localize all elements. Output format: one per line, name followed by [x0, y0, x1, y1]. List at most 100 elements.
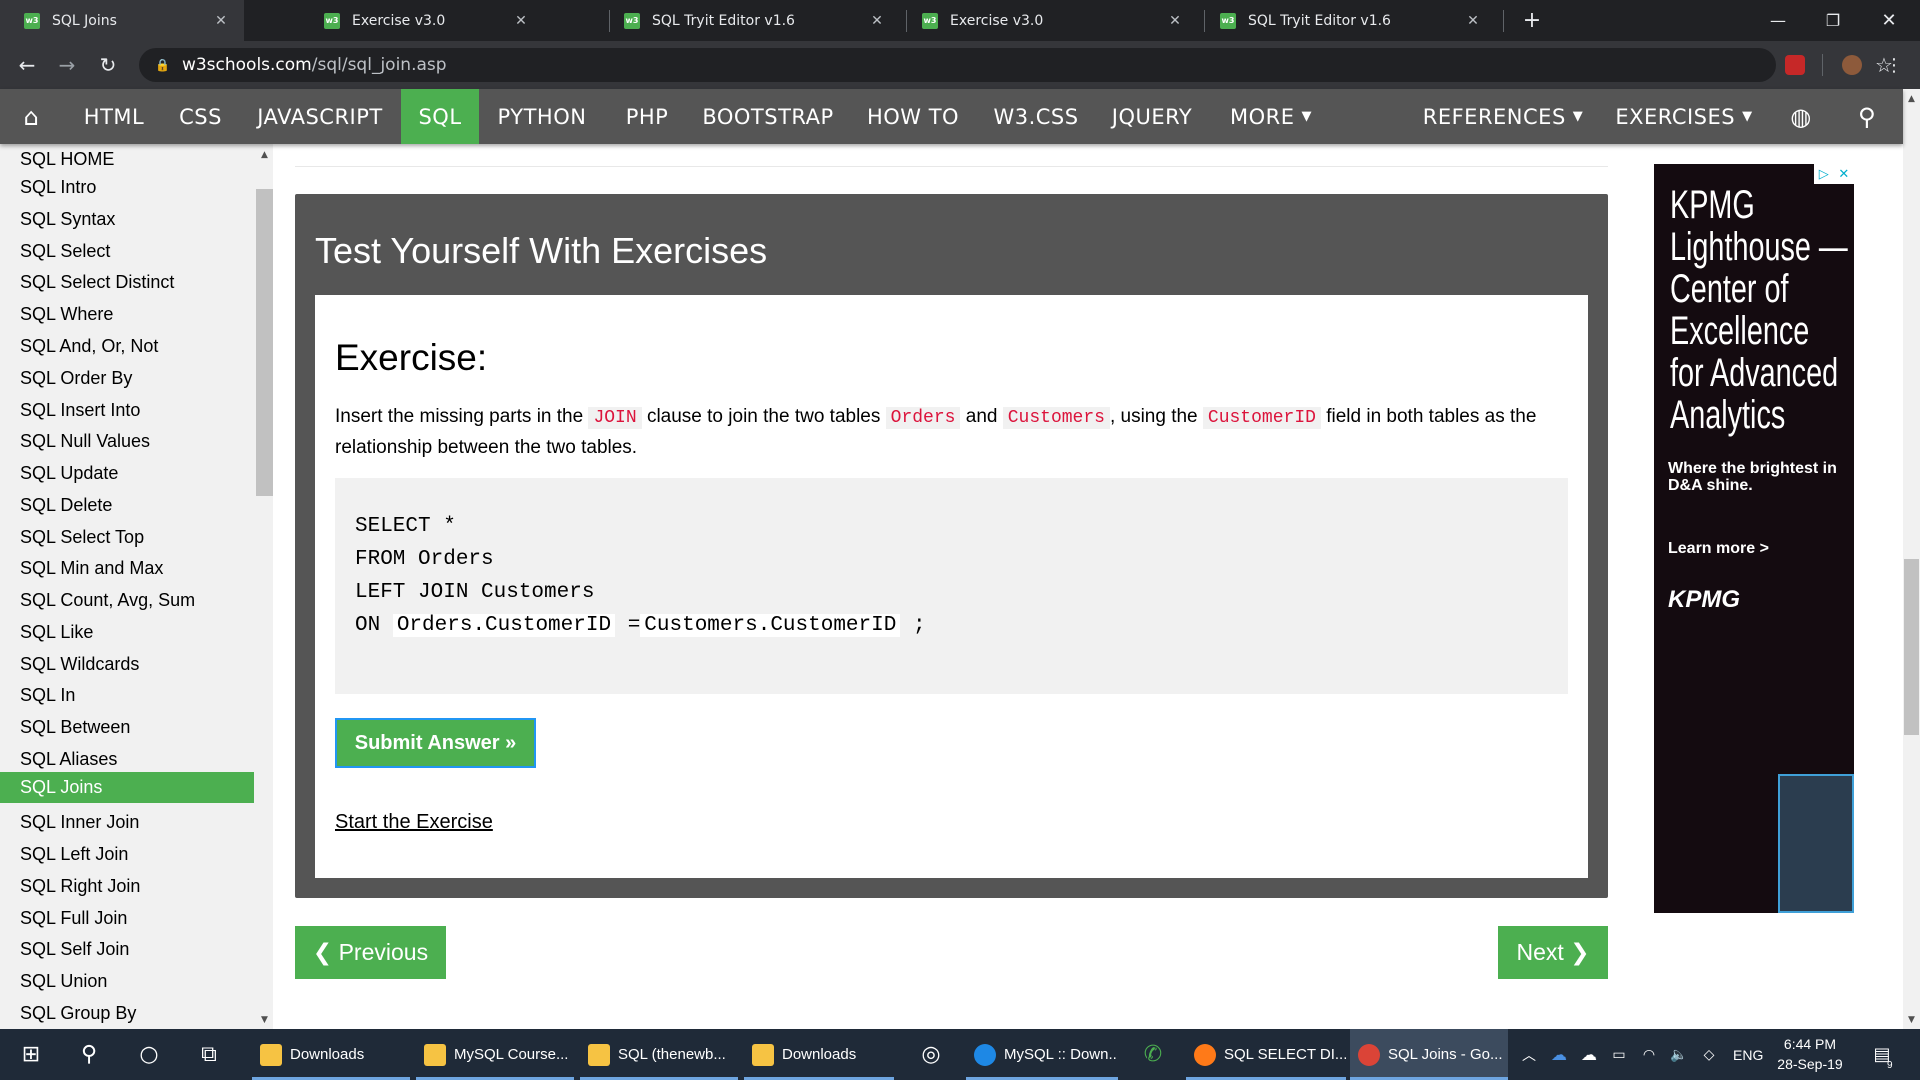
minimize-icon[interactable]: — [1755, 0, 1801, 41]
onedrive-icon[interactable]: ☁ [1544, 1029, 1574, 1080]
whatsapp-icon[interactable]: ✆ [1130, 1029, 1176, 1080]
nav-jquery[interactable]: JQUERY [1103, 89, 1201, 144]
browser-tab-tryit-editor[interactable]: w3 SQL Tryit Editor v1.6 ✕ [600, 0, 900, 41]
sidebar-item-sql-and-or-not[interactable]: SQL And, Or, Not [0, 331, 254, 362]
cortana-icon[interactable]: ○ [126, 1029, 172, 1080]
sidebar-item-sql-full-join[interactable]: SQL Full Join [0, 903, 254, 934]
nav-exercises[interactable]: EXERCISES ▼ [1612, 89, 1756, 144]
dropbox-icon[interactable]: ◇ [1694, 1029, 1724, 1080]
address-bar[interactable]: 🔒 w3schools.com /sql/sql_join.asp ☆ [139, 48, 1893, 82]
browser-tab-exercise-2[interactable]: w3 Exercise v3.0 ✕ [898, 0, 1198, 41]
nav-css[interactable]: CSS [167, 89, 234, 144]
nav-bootstrap[interactable]: BOOTSTRAP [694, 89, 842, 144]
taskbar-app-downloads[interactable]: Downloads [252, 1029, 410, 1080]
close-tab-icon[interactable]: ✕ [868, 13, 886, 29]
nav-php[interactable]: PHP [609, 89, 685, 144]
sidebar-item-sql-min-max[interactable]: SQL Min and Max [0, 553, 254, 584]
wifi-icon[interactable]: ◠ [1634, 1029, 1664, 1080]
close-tab-icon[interactable]: ✕ [1464, 13, 1482, 29]
answer-input-2[interactable]: Customers.CustomerID [640, 614, 901, 637]
nav-more[interactable]: MORE ▼ [1223, 89, 1319, 144]
sidebar-item-sql-syntax[interactable]: SQL Syntax [0, 204, 254, 235]
next-button[interactable]: Next ❯ [1498, 926, 1608, 979]
sidebar-item-sql-between[interactable]: SQL Between [0, 712, 254, 743]
sidebar-item-sql-select-distinct[interactable]: SQL Select Distinct [0, 267, 254, 298]
sidebar-scrollbar-thumb[interactable] [256, 189, 273, 496]
scroll-down-arrow-icon[interactable]: ▼ [256, 1011, 273, 1028]
sidebar-item-sql-home[interactable]: SQL HOME [0, 144, 254, 175]
close-tab-icon[interactable]: ✕ [212, 13, 230, 29]
page-scroll-down-icon[interactable]: ▼ [1903, 1011, 1920, 1028]
browser-tab-tryit-editor-2[interactable]: w3 SQL Tryit Editor v1.6 ✕ [1196, 0, 1496, 41]
close-tab-icon[interactable]: ✕ [1166, 13, 1184, 29]
sidebar-item-sql-in[interactable]: SQL In [0, 680, 254, 711]
taskbar-app-firefox[interactable]: SQL SELECT DI... [1186, 1029, 1346, 1080]
search-icon[interactable]: ⚲ [1839, 89, 1895, 144]
sidebar-item-sql-union[interactable]: SQL Union [0, 966, 254, 997]
sidebar-item-sql-update[interactable]: SQL Update [0, 458, 254, 489]
sidebar-item-sql-select-top[interactable]: SQL Select Top [0, 522, 254, 553]
restore-icon[interactable]: ❐ [1810, 0, 1856, 41]
battery-icon[interactable]: ▭ [1604, 1029, 1634, 1080]
taskbar-app-sql-folder[interactable]: SQL (thenewb... [580, 1029, 738, 1080]
sidebar-item-sql-null-values[interactable]: SQL Null Values [0, 426, 254, 457]
sidebar-item-sql-order-by[interactable]: SQL Order By [0, 363, 254, 394]
volume-icon[interactable]: 🔈 [1664, 1029, 1694, 1080]
notifications-icon[interactable]: ▤ [1862, 1029, 1902, 1080]
extension-pocket-icon[interactable] [1785, 55, 1805, 75]
sidebar-item-sql-delete[interactable]: SQL Delete [0, 490, 254, 521]
windows-start-icon[interactable]: ⊞ [8, 1029, 54, 1080]
adchoices-icon[interactable]: ▷ ✕ [1814, 164, 1854, 184]
nav-python[interactable]: PYTHON [486, 89, 598, 144]
cloud-icon[interactable]: ☁ [1574, 1029, 1604, 1080]
submit-answer-button[interactable]: Submit Answer » [335, 718, 536, 768]
obs-icon[interactable]: ◎ [908, 1029, 954, 1080]
sidebar-item-sql-aliases[interactable]: SQL Aliases [0, 744, 254, 775]
browser-tab-sql-joins[interactable]: w3 SQL Joins ✕ [0, 0, 244, 41]
nav-w3css[interactable]: W3.CSS [986, 89, 1086, 144]
start-exercise-link[interactable]: Start the Exercise [335, 811, 493, 834]
scroll-up-arrow-icon[interactable]: ▲ [256, 146, 273, 163]
page-scroll-up-icon[interactable]: ▲ [1903, 90, 1920, 107]
taskbar-app-edge-mysql[interactable]: MySQL :: Down... [966, 1029, 1118, 1080]
sidebar-item-sql-right-join[interactable]: SQL Right Join [0, 871, 254, 902]
language-indicator[interactable]: ENG [1733, 1029, 1763, 1080]
browser-tab-exercise[interactable]: w3 Exercise v3.0 ✕ [300, 0, 544, 41]
forward-arrow-icon[interactable]: → [52, 41, 82, 89]
system-clock[interactable]: 6:44 PM 28-Sep-19 [1774, 1034, 1846, 1074]
new-tab-icon[interactable]: + [1509, 0, 1555, 41]
sidebar-item-sql-insert-into[interactable]: SQL Insert Into [0, 395, 254, 426]
sidebar-item-sql-intro[interactable]: SQL Intro [0, 172, 254, 203]
ad-learn-more[interactable]: Learn more > [1668, 540, 1769, 558]
page-scrollbar-thumb[interactable] [1904, 559, 1919, 735]
previous-button[interactable]: ❮ Previous [295, 926, 446, 979]
sidebar-item-sql-like[interactable]: SQL Like [0, 617, 254, 648]
nav-references[interactable]: REFERENCES ▼ [1423, 89, 1583, 144]
close-window-icon[interactable]: ✕ [1866, 0, 1912, 41]
nav-how-to[interactable]: HOW TO [857, 89, 969, 144]
nav-sql[interactable]: SQL [401, 89, 479, 144]
sidebar-item-sql-left-join[interactable]: SQL Left Join [0, 839, 254, 870]
sidebar-item-sql-group-by[interactable]: SQL Group By [0, 998, 254, 1029]
back-arrow-icon[interactable]: ← [12, 41, 42, 89]
search-icon[interactable]: ⚲ [66, 1029, 112, 1080]
taskbar-app-chrome[interactable]: SQL Joins - Go... [1350, 1029, 1508, 1080]
close-tab-icon[interactable]: ✕ [512, 13, 530, 29]
taskbar-app-mysql-course[interactable]: MySQL Course... [416, 1029, 574, 1080]
advertisement[interactable]: ▷ ✕ KPMG Lighthouse — Center of Excellenc… [1654, 164, 1854, 913]
answer-input-1[interactable]: Orders.CustomerID [392, 614, 616, 637]
taskbar-app-downloads-2[interactable]: Downloads [744, 1029, 894, 1080]
task-view-icon[interactable]: ⧉ [186, 1029, 232, 1080]
sidebar-item-sql-select[interactable]: SQL Select [0, 236, 254, 267]
reload-icon[interactable]: ↻ [93, 41, 123, 89]
sidebar-item-sql-joins[interactable]: SQL Joins [0, 772, 254, 803]
nav-html[interactable]: HTML [68, 89, 160, 144]
sidebar-item-sql-count-avg-sum[interactable]: SQL Count, Avg, Sum [0, 585, 254, 616]
menu-dots-icon[interactable]: ⋮ [1879, 41, 1909, 89]
tray-chevron-up-icon[interactable]: ︿ [1514, 1029, 1544, 1080]
nav-javascript[interactable]: JAVASCRIPT [246, 89, 394, 144]
sidebar-item-sql-self-join[interactable]: SQL Self Join [0, 934, 254, 965]
sidebar-item-sql-inner-join[interactable]: SQL Inner Join [0, 807, 254, 838]
globe-icon[interactable]: ◍ [1776, 89, 1826, 144]
home-icon[interactable]: ⌂ [0, 89, 63, 144]
